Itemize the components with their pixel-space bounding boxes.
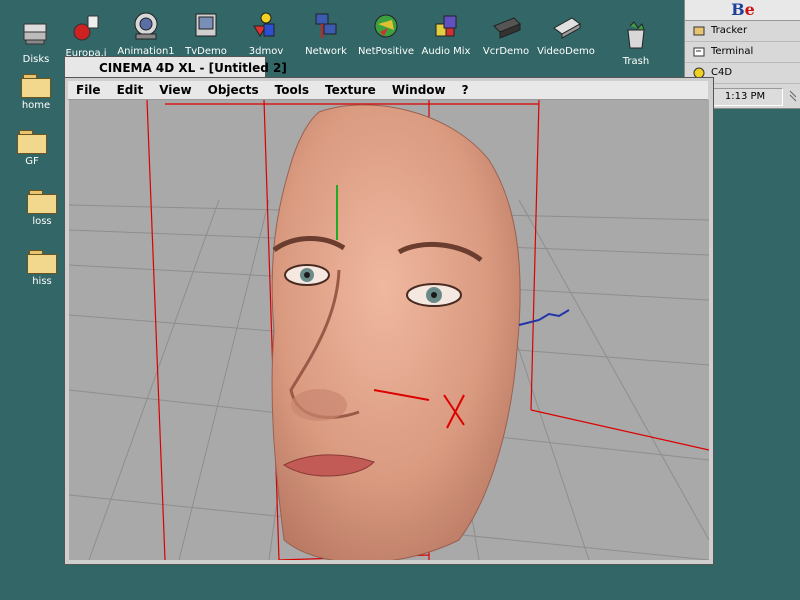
menu-file[interactable]: File <box>68 83 109 97</box>
trash-icon <box>627 21 645 49</box>
menu-texture[interactable]: Texture <box>317 83 384 97</box>
deskbar-handle-icon[interactable] <box>789 88 797 104</box>
desktop-icon-animation1[interactable]: Animation1 <box>114 10 178 58</box>
be-menu-button[interactable]: Be <box>685 0 800 21</box>
be-logo-e: e <box>744 0 755 19</box>
deskbar-item-tracker[interactable]: Tracker <box>685 21 800 42</box>
3d-viewport[interactable] <box>69 100 709 560</box>
menu-edit[interactable]: Edit <box>109 83 152 97</box>
audio-mix-icon <box>435 15 457 37</box>
z-axis-handle <box>518 309 570 326</box>
menu-help[interactable]: ? <box>454 83 477 97</box>
deskbar-item-label: Tracker <box>711 25 748 36</box>
desktop-icon-3dmov[interactable]: 3dmov <box>234 10 298 58</box>
video-icon <box>553 17 581 39</box>
window-title: CINEMA 4D XL - [Untitled 2] <box>99 61 287 75</box>
disks-icon <box>23 23 47 45</box>
viewport-scene <box>69 100 709 560</box>
europa-icon <box>73 15 99 41</box>
3d-shapes-icon <box>253 12 275 37</box>
vcr-icon <box>493 17 521 39</box>
globe-icon <box>374 14 398 38</box>
desktop-icon-label: Network <box>305 46 347 57</box>
desktop-icon-label: Trash <box>622 56 650 67</box>
face-model <box>271 104 521 560</box>
menu-window[interactable]: Window <box>384 83 454 97</box>
folder-icon <box>21 74 51 98</box>
desktop-icon-europa[interactable]: Europa.i <box>54 12 118 60</box>
desktop-icon-videodemo[interactable]: VideoDemo <box>534 10 598 58</box>
desktop-icon-label: GF <box>25 156 39 167</box>
deskbar-item-label: C4D <box>711 67 733 78</box>
desktop-icon-gf[interactable]: GF <box>0 126 64 168</box>
folder-icon <box>17 130 47 154</box>
terminal-icon <box>693 47 705 57</box>
tv-icon <box>195 13 217 37</box>
desktop-icon-vcrdemo[interactable]: VcrDemo <box>474 10 538 58</box>
desktop-icon-tvdemo[interactable]: TvDemo <box>174 10 238 58</box>
desktop-icon-netpositive[interactable]: NetPositive <box>354 10 418 58</box>
desktop-icon-label: home <box>21 100 51 111</box>
deskbar-item-terminal[interactable]: Terminal <box>685 42 800 63</box>
menu-objects[interactable]: Objects <box>200 83 267 97</box>
desktop-icon-audiomix[interactable]: Audio Mix <box>414 10 478 58</box>
desktop-icon-label: NetPositive <box>357 46 415 57</box>
desktop-icon-label: VideoDemo <box>537 46 595 57</box>
desktop-icon-trash[interactable]: Trash <box>604 20 668 68</box>
deskbar-item-label: Terminal <box>711 46 754 57</box>
window-tab[interactable]: CINEMA 4D XL - [Untitled 2] <box>64 56 287 79</box>
desktop-icon-home[interactable]: home <box>4 70 68 112</box>
menu-bar: File Edit View Objects Tools Texture Win… <box>68 81 708 100</box>
cinema4d-window: File Edit View Objects Tools Texture Win… <box>64 77 714 565</box>
folder-icon <box>27 250 57 274</box>
folder-icon <box>27 190 57 214</box>
be-logo-b: B <box>731 0 745 19</box>
menu-view[interactable]: View <box>151 83 199 97</box>
menu-tools[interactable]: Tools <box>267 83 317 97</box>
desktop-icon-label: VcrDemo <box>482 46 530 57</box>
animation-icon <box>134 12 158 40</box>
clock[interactable]: 1:13 PM <box>707 88 783 106</box>
tracker-icon <box>693 26 705 36</box>
network-icon <box>315 13 337 38</box>
desktop-icon-network[interactable]: Network <box>294 10 358 58</box>
desktop-icon-label: Audio Mix <box>421 46 471 57</box>
